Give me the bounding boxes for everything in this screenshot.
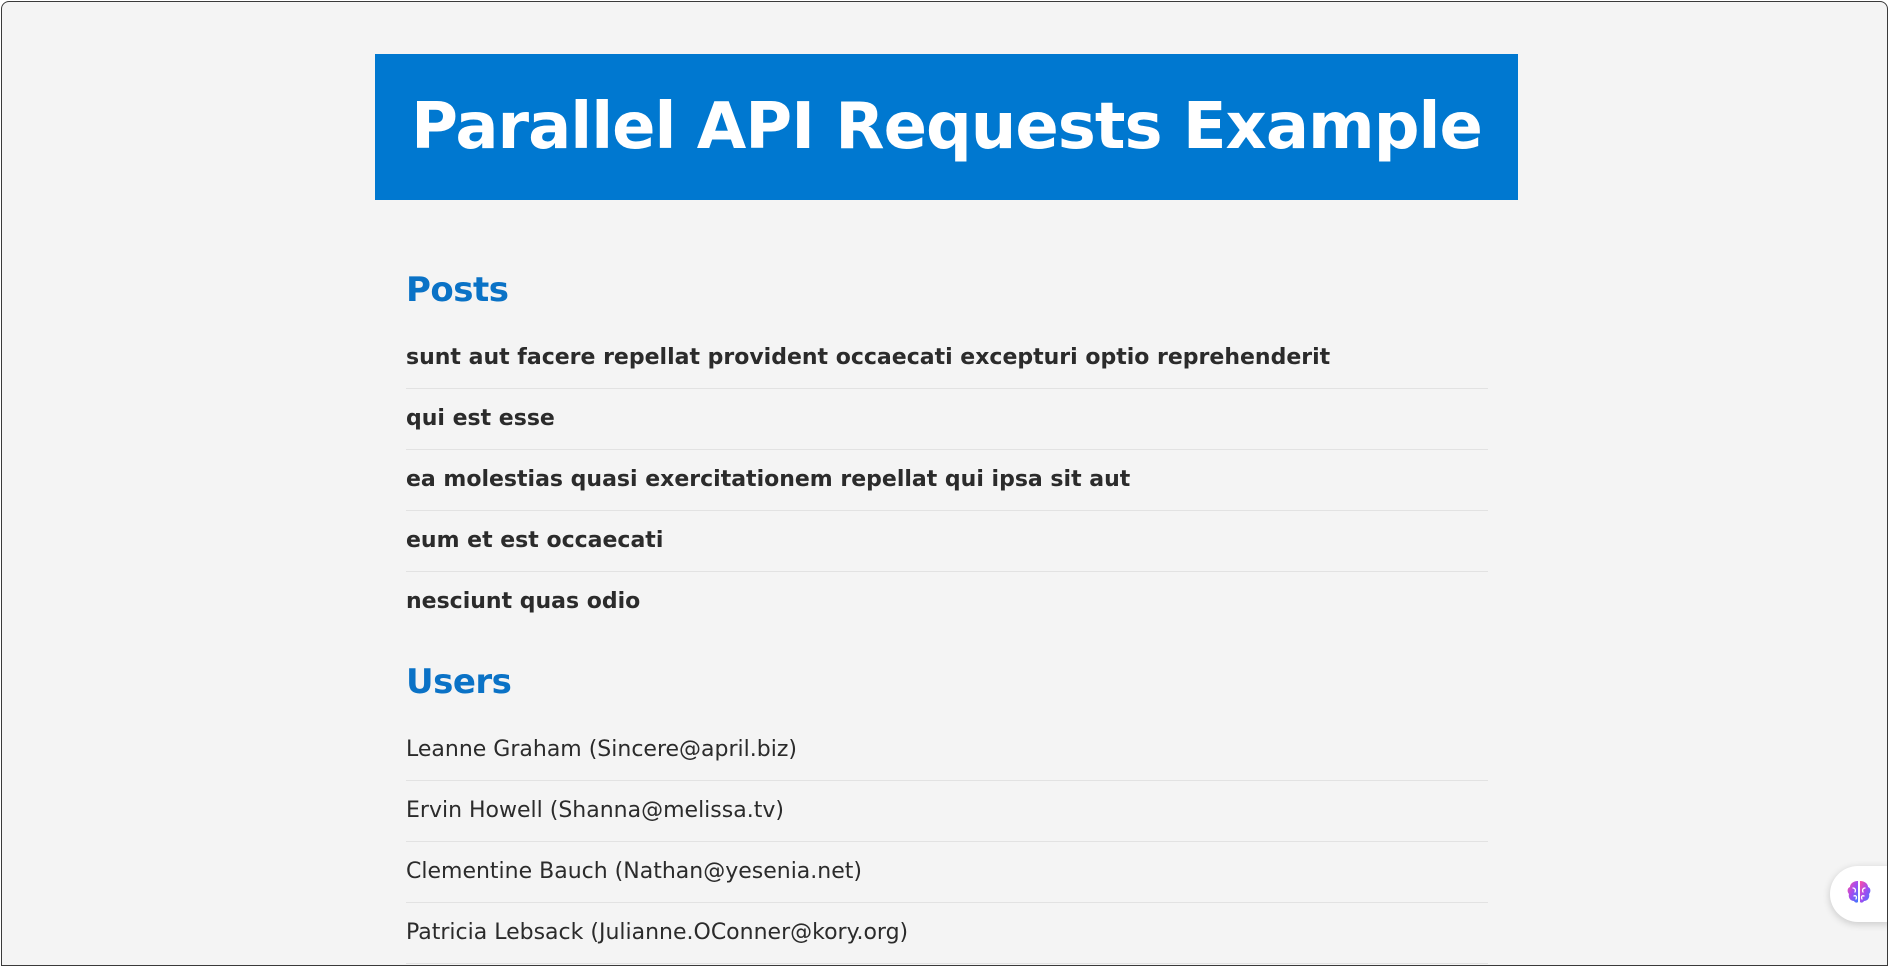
post-item: qui est esse [406,389,1488,450]
posts-list: sunt aut facere repellat provident occae… [406,328,1488,632]
browser-viewport: Parallel API Requests Example Posts sunt… [1,1,1888,966]
page-header: Parallel API Requests Example [375,54,1518,200]
post-item: eum et est occaecati [406,511,1488,572]
post-item: sunt aut facere repellat provident occae… [406,328,1488,389]
user-item: Clementine Bauch (Nathan@yesenia.net) [406,842,1488,903]
user-item: Patricia Lebsack (Julianne.OConner@kory.… [406,903,1488,964]
user-item: Leanne Graham (Sincere@april.biz) [406,720,1488,781]
main-content: Posts sunt aut facere repellat provident… [406,260,1488,964]
post-item: ea molestias quasi exercitationem repell… [406,450,1488,511]
post-item: nesciunt quas odio [406,589,641,614]
users-heading: Users [406,662,512,702]
user-item: Ervin Howell (Shanna@melissa.tv) [406,781,1488,842]
page-title: Parallel API Requests Example [411,90,1483,164]
users-list: Leanne Graham (Sincere@april.biz) Ervin … [406,720,1488,964]
assistant-button[interactable] [1830,866,1887,922]
brain-icon [1844,877,1874,911]
posts-heading: Posts [406,270,509,310]
